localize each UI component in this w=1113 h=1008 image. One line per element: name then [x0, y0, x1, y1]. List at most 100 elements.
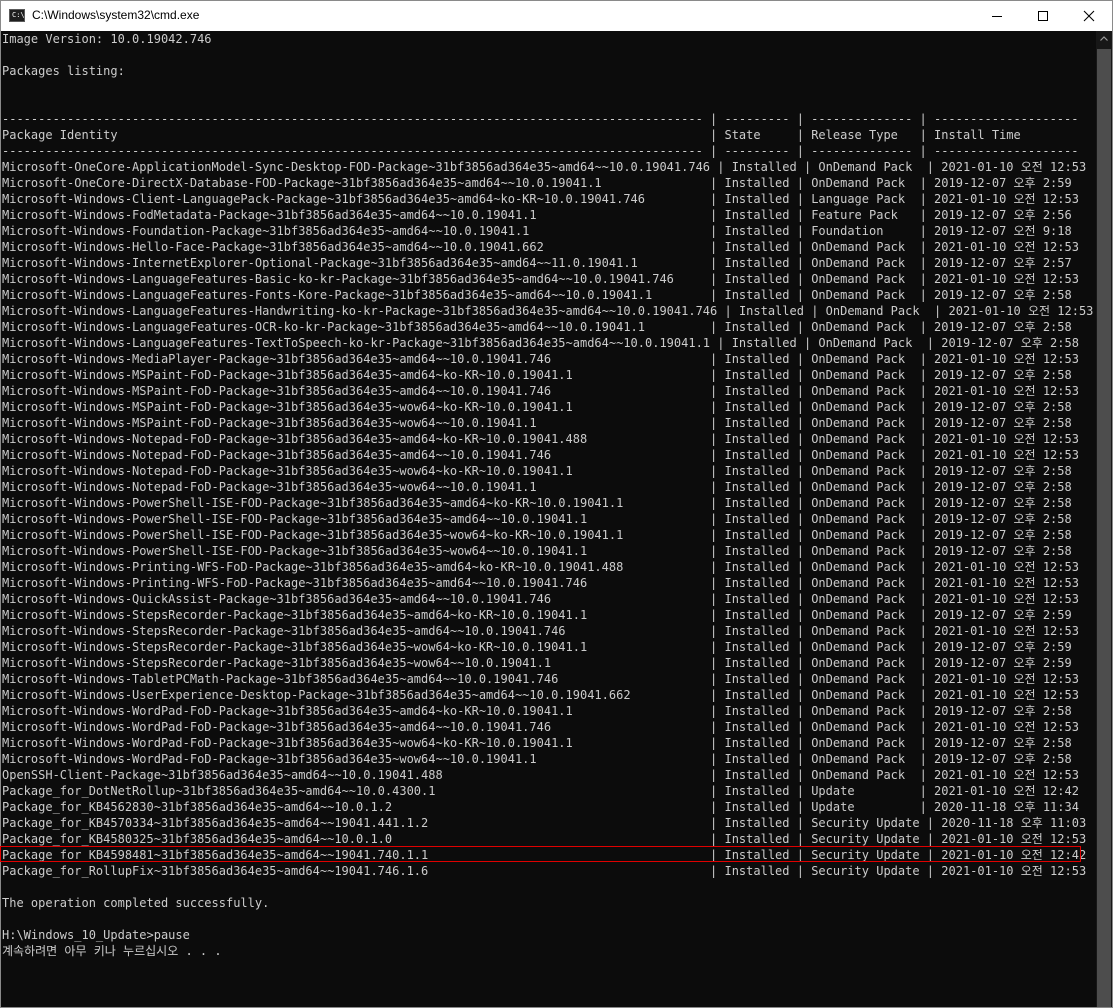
title-bar[interactable]: C:\ C:\Windows\system32\cmd.exe: [1, 1, 1112, 31]
release-type-cell: Security Update: [811, 864, 920, 878]
package-identity-cell: Microsoft-Windows-LanguageFeatures-Fonts…: [2, 288, 703, 302]
close-button[interactable]: [1066, 1, 1112, 31]
release-type-cell: OnDemand Pack: [811, 736, 913, 750]
state-cell: Installed: [724, 624, 790, 638]
table-row[interactable]: Microsoft-Windows-Notepad-FoD-Package~31…: [2, 448, 1079, 462]
install-time-cell: 2019-12-07 오후 2:58: [934, 288, 1072, 302]
release-type-cell: OnDemand Pack: [811, 272, 913, 286]
table-row[interactable]: Microsoft-Windows-WordPad-FoD-Package~31…: [2, 752, 1072, 766]
state-cell: Installed: [731, 336, 797, 350]
table-row[interactable]: Microsoft-Windows-LanguageFeatures-Fonts…: [2, 288, 1072, 302]
table-row[interactable]: Microsoft-Windows-LanguageFeatures-Handw…: [2, 304, 1093, 318]
table-row[interactable]: Package_for_DotNetRollup~31bf3856ad364e3…: [2, 784, 1079, 798]
table-row[interactable]: Microsoft-Windows-UserExperience-Desktop…: [2, 688, 1079, 702]
table-row[interactable]: Microsoft-Windows-StepsRecorder-Package~…: [2, 640, 1072, 654]
table-row[interactable]: Microsoft-Windows-Notepad-FoD-Package~31…: [2, 480, 1072, 494]
state-cell: Installed: [724, 480, 790, 494]
state-cell: Installed: [724, 288, 790, 302]
table-row[interactable]: Microsoft-Windows-StepsRecorder-Package~…: [2, 656, 1072, 670]
install-time-cell: 2021-01-10 오전 12:53: [934, 672, 1079, 686]
install-time-cell: 2019-12-07 오후 2:57: [934, 256, 1072, 270]
table-row[interactable]: Microsoft-Windows-Printing-WFS-FoD-Packa…: [2, 576, 1079, 590]
table-row[interactable]: Microsoft-Windows-MSPaint-FoD-Package~31…: [2, 400, 1072, 414]
table-row[interactable]: Microsoft-Windows-Printing-WFS-FoD-Packa…: [2, 560, 1079, 574]
minimize-button[interactable]: [974, 1, 1020, 31]
install-time-cell: 2019-12-07 오후 2:59: [934, 608, 1072, 622]
table-row[interactable]: Microsoft-Windows-WordPad-FoD-Package~31…: [2, 704, 1072, 718]
install-time-cell: 2019-12-07 오후 2:59: [934, 176, 1072, 190]
scrollbar-thumb[interactable]: [1097, 49, 1111, 1007]
cmd-console-icon[interactable]: C:\: [9, 9, 25, 22]
table-row[interactable]: Microsoft-Windows-StepsRecorder-Package~…: [2, 624, 1079, 638]
install-time-cell: 2021-01-10 오전 12:53: [934, 720, 1079, 734]
table-row[interactable]: Microsoft-Windows-MSPaint-FoD-Package~31…: [2, 368, 1072, 382]
header-state: State: [724, 128, 790, 142]
state-cell: Installed: [724, 192, 790, 206]
install-time-cell: 2021-01-10 오전 12:53: [941, 160, 1087, 174]
vertical-scrollbar[interactable]: [1096, 31, 1112, 1007]
table-row[interactable]: Microsoft-Windows-Foundation-Package~31b…: [2, 224, 1072, 238]
table-row[interactable]: Microsoft-Windows-MediaPlayer-Package~31…: [2, 352, 1079, 366]
table-row[interactable]: Microsoft-Windows-PowerShell-ISE-FOD-Pac…: [2, 544, 1072, 558]
table-row[interactable]: Microsoft-Windows-PowerShell-ISE-FOD-Pac…: [2, 528, 1072, 542]
package-identity-cell: Microsoft-Windows-QuickAssist-Package~31…: [2, 592, 703, 606]
table-row[interactable]: Microsoft-Windows-LanguageFeatures-TextT…: [2, 336, 1079, 350]
install-time-cell: 2021-01-10 오전 12:53: [941, 832, 1087, 846]
table-row[interactable]: Microsoft-Windows-WordPad-FoD-Package~31…: [2, 720, 1079, 734]
table-row[interactable]: Microsoft-Windows-MSPaint-FoD-Package~31…: [2, 384, 1079, 398]
table-row[interactable]: Microsoft-Windows-TabletPCMath-Package~3…: [2, 672, 1079, 686]
table-row[interactable]: Microsoft-Windows-LanguageFeatures-Basic…: [2, 272, 1079, 286]
state-cell: Installed: [724, 560, 790, 574]
close-icon: [1083, 10, 1095, 22]
maximize-button[interactable]: [1020, 1, 1066, 31]
table-row[interactable]: Microsoft-Windows-PowerShell-ISE-FOD-Pac…: [2, 496, 1072, 510]
table-row[interactable]: OpenSSH-Client-Package~31bf3856ad364e35~…: [2, 768, 1079, 782]
table-row[interactable]: Microsoft-Windows-PowerShell-ISE-FOD-Pac…: [2, 512, 1072, 526]
table-row[interactable]: Package_for_KB4580325~31bf3856ad364e35~a…: [2, 832, 1086, 846]
table-row[interactable]: Microsoft-Windows-FodMetadata-Package~31…: [2, 208, 1072, 222]
release-type-cell: OnDemand Pack: [825, 304, 927, 318]
table-row[interactable]: Microsoft-Windows-Hello-Face-Package~31b…: [2, 240, 1079, 254]
package-identity-cell: Microsoft-Windows-Printing-WFS-FoD-Packa…: [2, 560, 703, 574]
package-identity-cell: Microsoft-Windows-UserExperience-Desktop…: [2, 688, 703, 702]
table-row[interactable]: Microsoft-Windows-WordPad-FoD-Package~31…: [2, 736, 1072, 750]
release-type-cell: OnDemand Pack: [811, 176, 913, 190]
table-row[interactable]: Microsoft-Windows-Client-LanguagePack-Pa…: [2, 192, 1079, 206]
package-identity-cell: Microsoft-Windows-FodMetadata-Package~31…: [2, 208, 703, 222]
table-row[interactable]: Package_for_KB4598481~31bf3856ad364e35~a…: [2, 848, 1086, 862]
table-row[interactable]: Package_for_KB4562830~31bf3856ad364e35~a…: [2, 800, 1079, 814]
table-separator-bottom: ----------------------------------------…: [2, 144, 1079, 158]
table-row[interactable]: Microsoft-OneCore-ApplicationModel-Sync-…: [2, 160, 1086, 174]
install-time-cell: 2019-12-07 오후 2:59: [934, 640, 1072, 654]
table-row[interactable]: Package_for_KB4570334~31bf3856ad364e35~a…: [2, 816, 1086, 830]
state-cell: Installed: [724, 832, 790, 846]
table-row[interactable]: Microsoft-Windows-QuickAssist-Package~31…: [2, 592, 1079, 606]
package-identity-cell: Microsoft-Windows-LanguageFeatures-OCR-k…: [2, 320, 703, 334]
state-cell: Installed: [724, 816, 790, 830]
console-output[interactable]: Image Version: 10.0.19042.746 Packages l…: [1, 31, 1096, 1007]
table-row[interactable]: Microsoft-Windows-MSPaint-FoD-Package~31…: [2, 416, 1072, 430]
release-type-cell: OnDemand Pack: [818, 336, 920, 350]
package-identity-cell: Microsoft-Windows-MSPaint-FoD-Package~31…: [2, 400, 703, 414]
package-identity-cell: Microsoft-Windows-Hello-Face-Package~31b…: [2, 240, 703, 254]
maximize-icon: [1038, 11, 1048, 21]
scroll-up-button[interactable]: [1096, 31, 1112, 47]
release-type-cell: OnDemand Pack: [811, 768, 913, 782]
release-type-cell: OnDemand Pack: [811, 432, 913, 446]
table-row[interactable]: Microsoft-Windows-Notepad-FoD-Package~31…: [2, 432, 1079, 446]
table-row[interactable]: Microsoft-OneCore-DirectX-Database-FOD-P…: [2, 176, 1072, 190]
table-row[interactable]: Microsoft-Windows-Notepad-FoD-Package~31…: [2, 464, 1072, 478]
table-row[interactable]: Microsoft-Windows-StepsRecorder-Package~…: [2, 608, 1072, 622]
cmd-window: C:\ C:\Windows\system32\cmd.exe Image Ve…: [0, 0, 1113, 1008]
command-prompt-line: H:\Windows_10_Update>pause: [2, 928, 190, 942]
install-time-cell: 2021-01-10 오전 12:53: [934, 624, 1079, 638]
table-row[interactable]: Microsoft-Windows-LanguageFeatures-OCR-k…: [2, 320, 1072, 334]
package-identity-cell: Microsoft-Windows-Client-LanguagePack-Pa…: [2, 192, 703, 206]
release-type-cell: OnDemand Pack: [811, 592, 913, 606]
install-time-cell: 2019-12-07 오후 2:58: [934, 496, 1072, 510]
pause-message: 계속하려면 아무 키나 누르십시오 . . .: [2, 944, 222, 958]
table-row[interactable]: Package_for_RollupFix~31bf3856ad364e35~a…: [2, 864, 1086, 878]
release-type-cell: OnDemand Pack: [811, 448, 913, 462]
package-identity-cell: Microsoft-Windows-Printing-WFS-FoD-Packa…: [2, 576, 703, 590]
table-row[interactable]: Microsoft-Windows-InternetExplorer-Optio…: [2, 256, 1072, 270]
